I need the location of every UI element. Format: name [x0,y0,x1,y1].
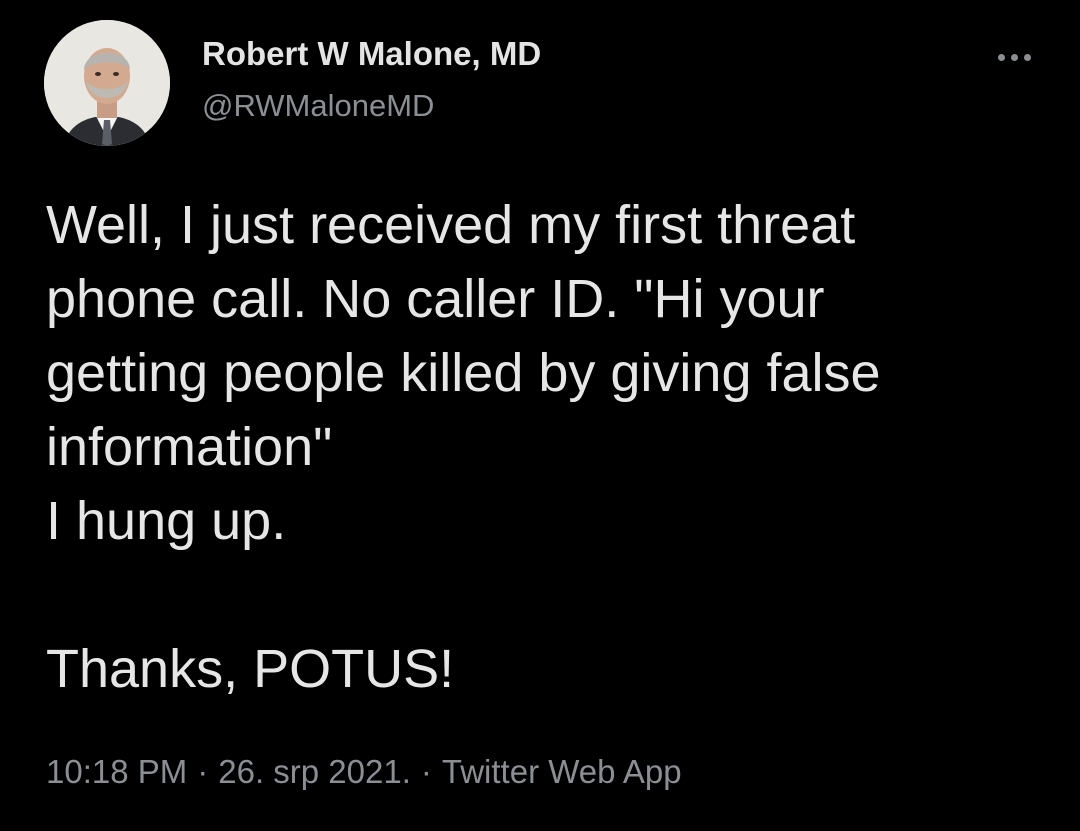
author-display-name[interactable]: Robert W Malone, MD [202,34,541,74]
tweet-card: Robert W Malone, MD @RWMaloneMD Well, I … [0,0,1080,831]
tweet-line: Thanks, POTUS! [46,639,455,699]
tweet-line: information" [46,417,333,477]
tweet-time[interactable]: 10:18 PM [46,753,187,790]
tweet-date[interactable]: 26. srp 2021. [218,753,411,790]
tweet-line: phone call. No caller ID. "Hi your [46,269,825,329]
tweet-line: I hung up. [46,491,287,551]
more-options-button[interactable] [986,44,1042,70]
meta-separator: · [197,753,209,790]
tweet-line: getting people killed by giving false [46,343,881,403]
more-dot-icon [1010,53,1018,61]
tweet-source-link[interactable]: Twitter Web App [442,753,682,790]
meta-separator: · [420,753,432,790]
more-dot-icon [997,53,1005,61]
author-handle[interactable]: @RWMaloneMD [202,86,541,126]
tweet-text: Well, I just received my first threat ph… [46,188,1046,706]
tweet-metadata: 10:18 PM · 26. srp 2021. · Twitter Web App [46,748,682,796]
tweet-line: Well, I just received my first threat [46,195,856,255]
more-dot-icon [1023,53,1031,61]
profile-photo-icon [44,20,170,146]
author-info: Robert W Malone, MD @RWMaloneMD [202,34,541,126]
avatar[interactable] [44,20,170,146]
